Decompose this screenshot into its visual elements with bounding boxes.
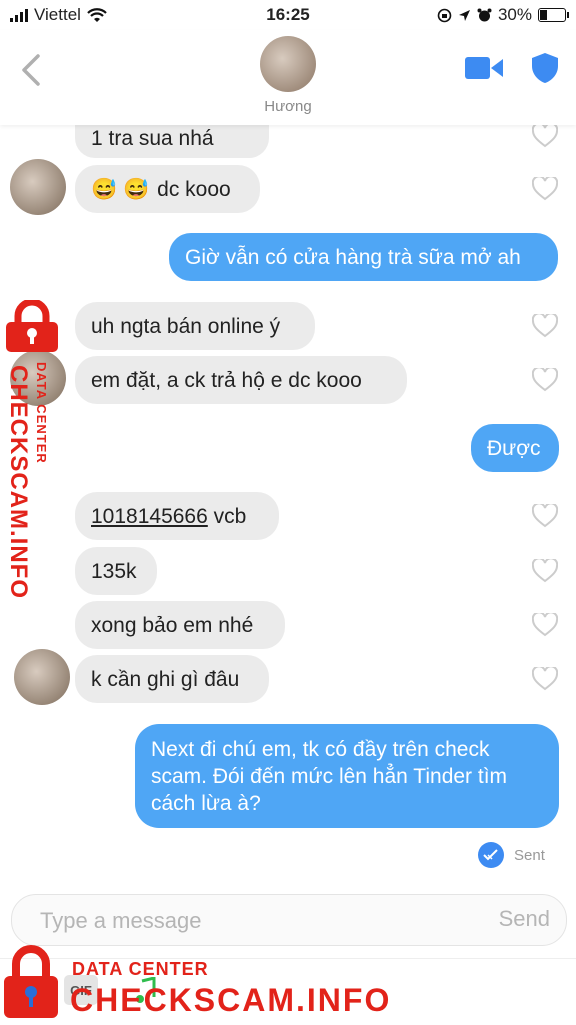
heart-icon[interactable]	[532, 504, 558, 528]
battery-percent: 30%	[497, 5, 532, 24]
message-line: Next đi chú em, tk có đầy trên check	[151, 737, 490, 761]
message-line: scam. Đói đến mức lên hẳn Tinder tìm	[151, 764, 508, 788]
sent-check-icon	[478, 842, 504, 868]
shield-icon[interactable]	[531, 52, 559, 84]
heart-icon[interactable]	[532, 559, 558, 583]
contact-avatar-small[interactable]	[10, 159, 66, 215]
heart-icon[interactable]	[532, 177, 558, 201]
message-text: vcb	[207, 504, 247, 528]
alarm-icon	[477, 8, 492, 21]
message-bubble[interactable]: 😅 😅 dc kooo	[75, 165, 260, 213]
message-text: 135k	[91, 559, 137, 583]
rotation-lock-icon	[437, 8, 452, 22]
battery-icon	[538, 8, 569, 22]
heart-icon[interactable]	[532, 368, 558, 392]
message-text: Giờ vẫn có cửa hàng trà sữa mở ah	[185, 245, 521, 269]
message-composer: Send	[11, 894, 567, 946]
status-right: 30%	[437, 5, 569, 25]
message-text: k cần ghi gì đâu	[91, 667, 240, 691]
location-icon	[458, 9, 470, 21]
contact-avatar[interactable]	[260, 36, 316, 92]
watermark-vertical-checkscam: CHECKSCAM.INFO	[5, 365, 32, 599]
message-text: 1 tra sua nhá	[91, 126, 214, 150]
message-input[interactable]	[38, 905, 462, 937]
message-bubble-outgoing[interactable]: Được	[471, 424, 559, 472]
message-text: xong bảo em nhé	[91, 613, 254, 637]
sent-status: Sent	[478, 842, 545, 868]
heart-icon[interactable]	[532, 124, 558, 148]
heart-icon[interactable]	[532, 667, 558, 691]
message-bubble[interactable]: em đặt, a ck trả hộ e dc kooo	[75, 356, 407, 404]
video-call-icon[interactable]	[465, 55, 503, 81]
message-bubble[interactable]: xong bảo em nhé	[75, 601, 285, 649]
message-line: cách lừa à?	[151, 791, 261, 815]
contact-name[interactable]: Hương	[0, 98, 576, 115]
message-bubble[interactable]: k cần ghi gì đâu	[75, 655, 269, 703]
chat-header: Hương	[0, 30, 576, 125]
emoji: 😅 😅	[91, 177, 150, 201]
message-text: em đặt, a ck trả hộ e dc kooo	[91, 368, 362, 392]
watermark-vertical-datacenter: DATA CENTER	[34, 362, 49, 464]
contact-avatar-small[interactable]	[14, 649, 70, 705]
watermark-lock-icon	[6, 300, 58, 352]
message-bubble[interactable]: 135k	[75, 547, 157, 595]
message-bubble-outgoing[interactable]: Next đi chú em, tk có đầy trên check sca…	[135, 724, 559, 828]
message-text: Được	[487, 436, 541, 460]
heart-icon[interactable]	[532, 314, 558, 338]
heart-icon[interactable]	[532, 613, 558, 637]
message-text: dc kooo	[157, 177, 231, 201]
watermark-lock-icon	[4, 945, 58, 1018]
account-number-link[interactable]: 1018145666	[91, 503, 208, 530]
send-button[interactable]: Send	[499, 906, 550, 932]
sent-label: Sent	[514, 846, 545, 864]
back-chevron-icon[interactable]	[18, 52, 48, 88]
message-text: uh ngta bán online ý	[91, 314, 281, 338]
status-bar: Viettel 16:25 30%	[0, 0, 576, 30]
message-bubble-outgoing[interactable]: Giờ vẫn có cửa hàng trà sữa mở ah	[169, 233, 558, 281]
watermark-datacenter: DATA CENTER	[72, 959, 209, 979]
message-bubble[interactable]: 1018145666 vcb	[75, 492, 279, 540]
watermark-checkscam: CHECKSCAM.INFO	[70, 982, 392, 1018]
message-bubble[interactable]: uh ngta bán online ý	[75, 302, 315, 350]
